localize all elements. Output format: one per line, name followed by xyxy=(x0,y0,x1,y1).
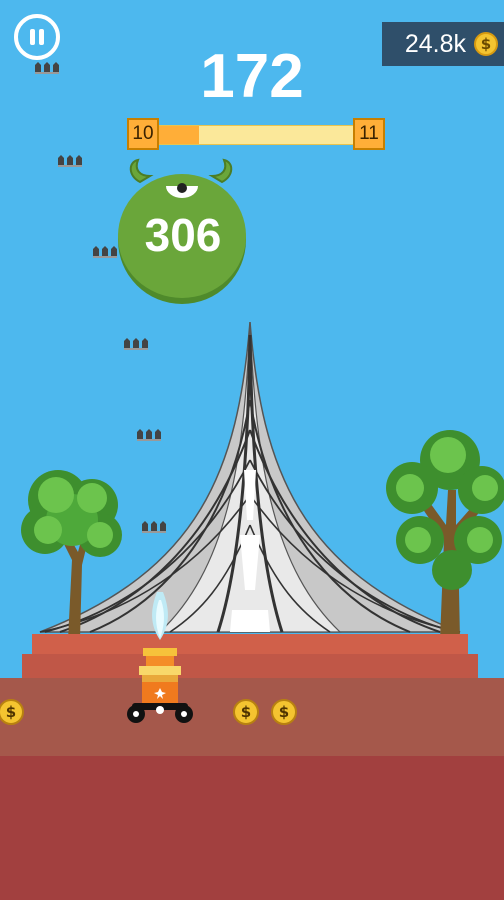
ground-lower xyxy=(0,756,504,900)
level-progress: 10 11 xyxy=(127,118,385,150)
score: 172 xyxy=(200,42,304,111)
monster-hp: 306 xyxy=(144,209,222,261)
current-level-badge: 10 xyxy=(127,118,159,150)
level-progress-track xyxy=(157,125,355,145)
next-level-badge: 11 xyxy=(353,118,385,150)
ground-coin: $ xyxy=(271,699,297,725)
level-progress-fill xyxy=(157,126,199,144)
platform xyxy=(22,634,478,678)
ground-coin: $ xyxy=(233,699,259,725)
